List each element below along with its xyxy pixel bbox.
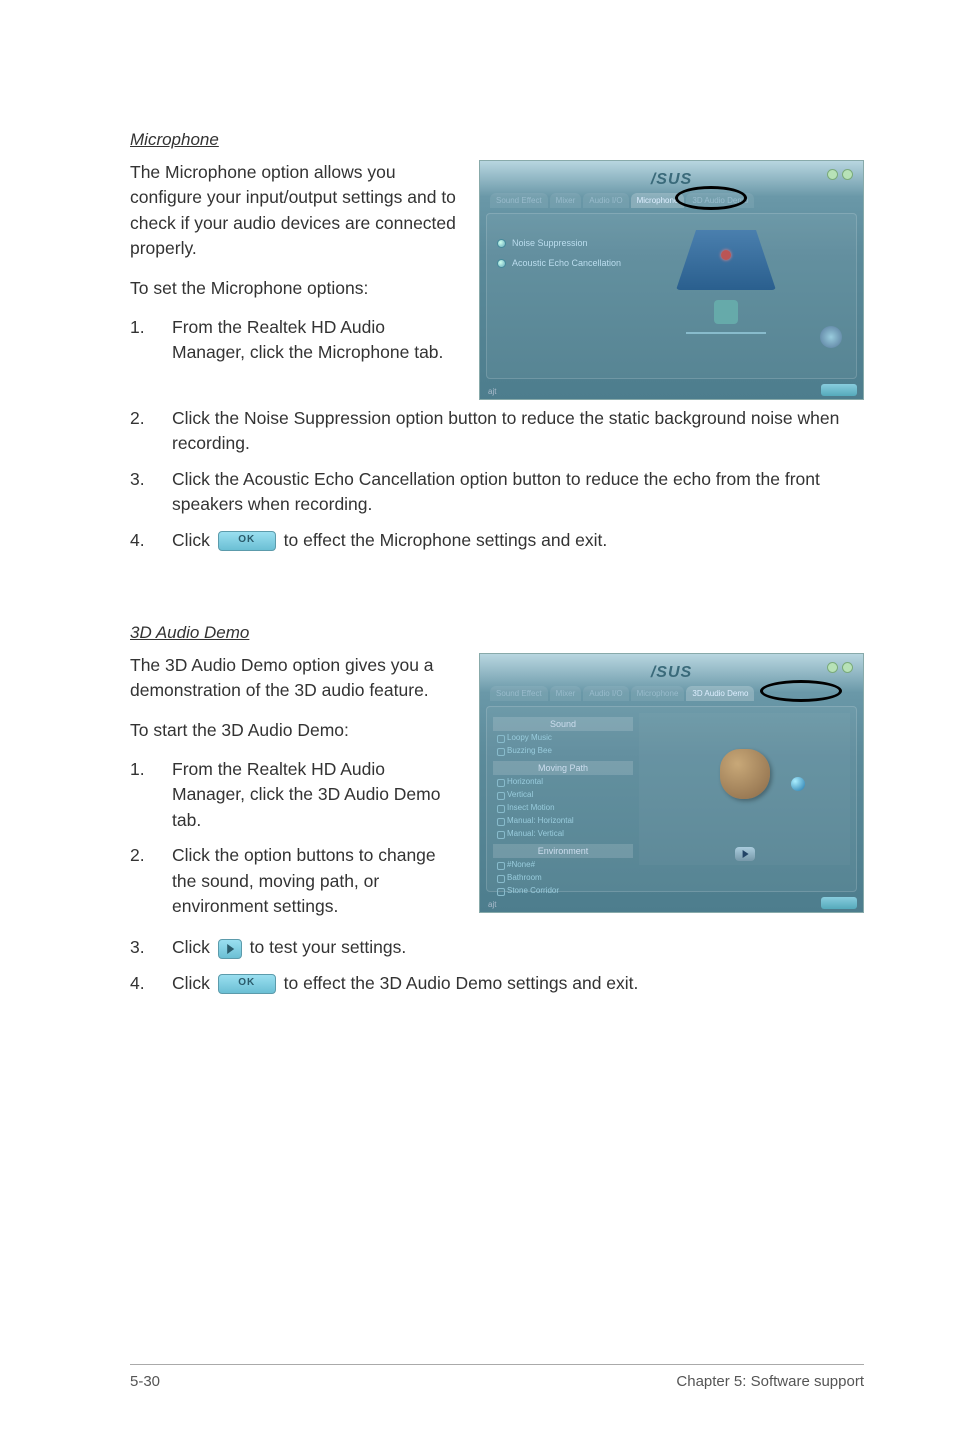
screenshot-footer-text: ajt	[488, 387, 496, 396]
path-option[interactable]: Manual: Horizontal	[493, 814, 633, 827]
window-buttons	[827, 169, 853, 180]
list-number: 1.	[130, 757, 172, 833]
panel-sound-head: Sound	[493, 717, 633, 731]
ok-button[interactable]	[821, 384, 857, 396]
env-option[interactable]: #None#	[493, 858, 633, 871]
microphone-intro: The Microphone option allows you configu…	[130, 160, 457, 262]
tab-microphone[interactable]: Microphone	[631, 193, 685, 208]
panel-env-head: Environment	[493, 844, 633, 858]
3d-audio-screenshot: /SUS Sound Effect Mixer Audio I/O Microp…	[479, 653, 864, 913]
screenshot-footer-text: ajt	[488, 900, 496, 909]
env-option[interactable]: Bathroom	[493, 871, 633, 884]
3d-audio-intro: The 3D Audio Demo option gives you a dem…	[130, 653, 457, 704]
ok-button[interactable]	[821, 897, 857, 909]
mic-step-3: Click the Acoustic Echo Cancellation opt…	[172, 467, 864, 518]
list-number: 4.	[130, 971, 172, 996]
tab-mixer[interactable]: Mixer	[550, 193, 582, 208]
demo-step-1: From the Realtek HD Audio Manager, click…	[172, 757, 457, 833]
mic-step-4: Click to effect the Microphone settings …	[172, 528, 864, 553]
tab-3d-audio-demo[interactable]: 3D Audio Demo	[686, 686, 754, 701]
sound-option[interactable]: Loopy Music	[493, 731, 633, 744]
asus-logo: /SUS	[651, 664, 692, 682]
list-number: 2.	[130, 406, 172, 457]
mic-step-1: From the Realtek HD Audio Manager, click…	[172, 315, 457, 366]
tab-sound-effect[interactable]: Sound Effect	[490, 686, 548, 701]
list-number: 3.	[130, 935, 172, 960]
panel-path-head: Moving Path	[493, 761, 633, 775]
play-button[interactable]	[735, 847, 755, 861]
speaker-graphic	[676, 230, 776, 290]
chapter-label: Chapter 5: Software support	[676, 1373, 864, 1390]
path-option[interactable]: Manual: Vertical	[493, 827, 633, 840]
tab-sound-effect[interactable]: Sound Effect	[490, 193, 548, 208]
microphone-screenshot: /SUS Sound Effect Mixer Audio I/O Microp…	[479, 160, 864, 400]
microphone-icon	[714, 300, 738, 324]
option-noise-suppression[interactable]: Noise Suppression	[497, 238, 621, 248]
tabs-row: Sound Effect Mixer Audio I/O Microphone …	[490, 686, 853, 701]
3d-audio-tostart: To start the 3D Audio Demo:	[130, 718, 457, 743]
option-label: Acoustic Echo Cancellation	[512, 258, 621, 268]
list-number: 2.	[130, 843, 172, 919]
list-number: 1.	[130, 315, 172, 366]
path-option[interactable]: Horizontal	[493, 775, 633, 788]
list-number: 3.	[130, 467, 172, 518]
option-acoustic-echo[interactable]: Acoustic Echo Cancellation	[497, 258, 621, 268]
microphone-heading: Microphone	[130, 130, 864, 150]
microphone-toset: To set the Microphone options:	[130, 276, 457, 301]
gear-icon[interactable]	[820, 326, 842, 348]
demo-step-2: Click the option buttons to change the s…	[172, 843, 457, 919]
option-label: Noise Suppression	[512, 238, 588, 248]
list-number: 4.	[130, 528, 172, 553]
3d-audio-demo-heading: 3D Audio Demo	[130, 623, 864, 643]
ok-button-inline[interactable]	[218, 974, 276, 994]
path-option[interactable]: Vertical	[493, 788, 633, 801]
tab-3d-audio-demo[interactable]: 3D Audio Demo	[686, 193, 754, 208]
tab-mixer[interactable]: Mixer	[550, 686, 582, 701]
audio-object-graphic	[720, 749, 770, 799]
tab-microphone[interactable]: Microphone	[631, 686, 685, 701]
mic-step-2: Click the Noise Suppression option butto…	[172, 406, 864, 457]
tabs-row: Sound Effect Mixer Audio I/O Microphone …	[490, 193, 853, 208]
window-buttons	[827, 662, 853, 673]
demo-step-4: Click to effect the 3D Audio Demo settin…	[172, 971, 864, 996]
env-option[interactable]: Stone Corridor	[493, 884, 633, 897]
asus-logo: /SUS	[651, 171, 692, 189]
tab-audio-io[interactable]: Audio I/O	[583, 686, 628, 701]
slider[interactable]	[686, 332, 766, 334]
sound-option[interactable]: Buzzing Bee	[493, 744, 633, 757]
demo-step-3: Click to test your settings.	[172, 935, 864, 960]
page-number: 5-30	[130, 1373, 160, 1390]
path-option[interactable]: Insect Motion	[493, 801, 633, 814]
tab-audio-io[interactable]: Audio I/O	[583, 193, 628, 208]
play-button-inline[interactable]	[218, 939, 242, 959]
ok-button-inline[interactable]	[218, 531, 276, 551]
orbit-marker	[791, 777, 805, 791]
